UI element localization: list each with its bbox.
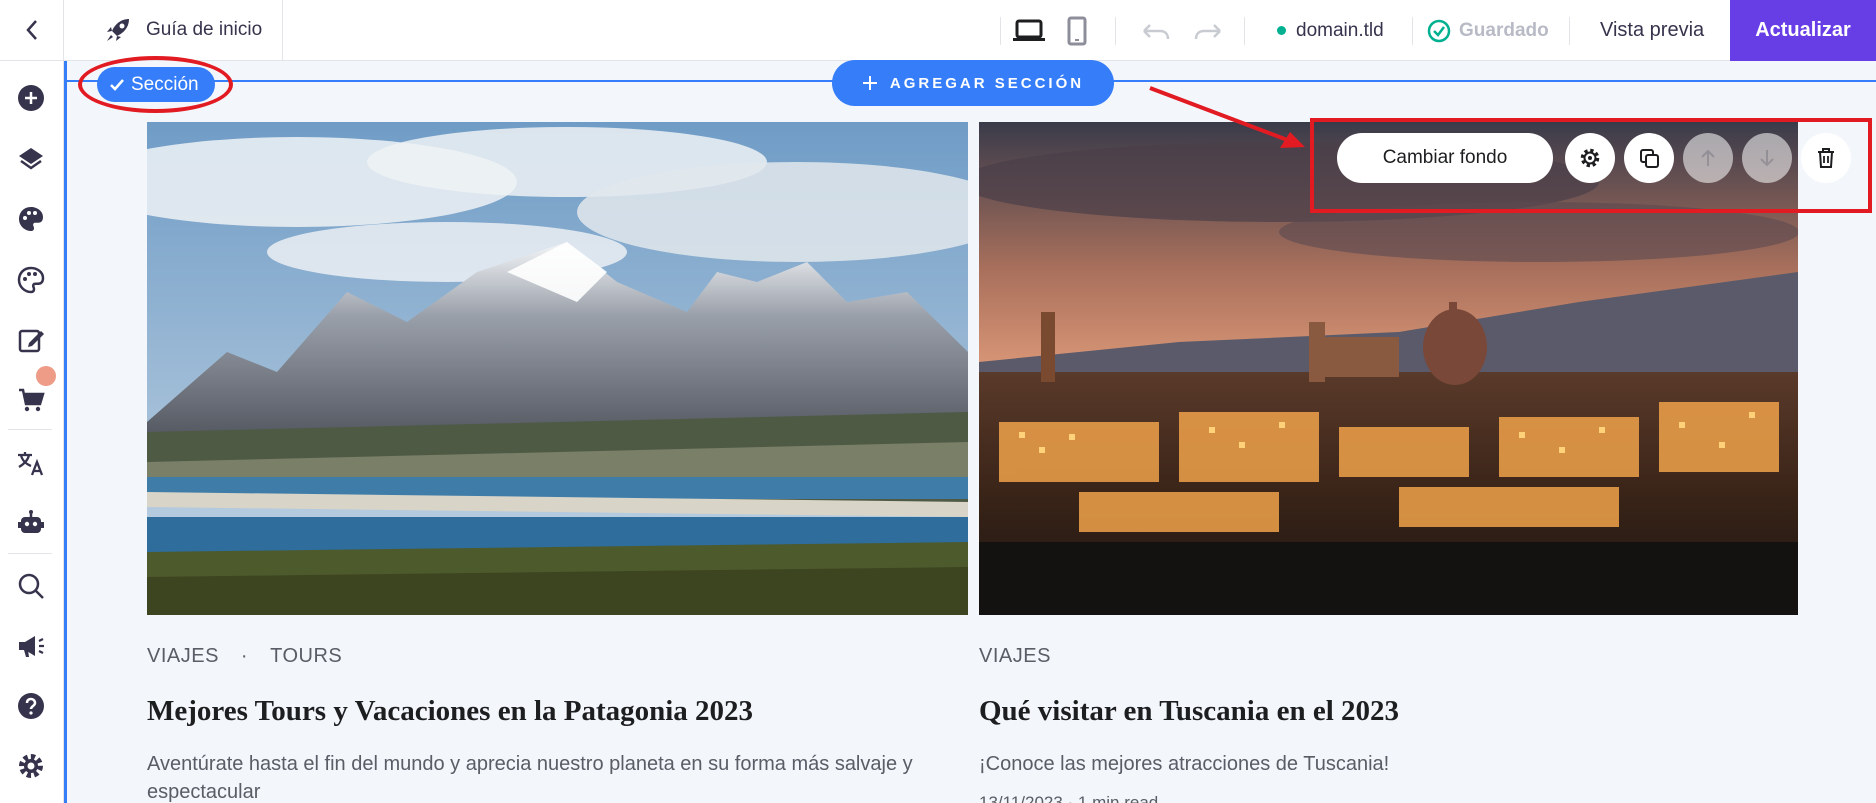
laptop-icon: [1013, 19, 1045, 41]
category-tag[interactable]: TOURS: [270, 645, 342, 668]
redo-icon[interactable]: [1192, 21, 1224, 41]
saved-label: Guardado: [1459, 19, 1549, 41]
theme-icon: [17, 266, 45, 294]
rocket-icon: [107, 19, 129, 41]
patagonia-image[interactable]: [147, 122, 968, 615]
help-icon: [18, 693, 44, 719]
post-meta: 13/11/2023 · 1 min read: [979, 793, 1159, 803]
sidebar-item-theme[interactable]: [11, 260, 51, 300]
saved-status: Guardado: [1427, 19, 1549, 43]
sidebar-item-search[interactable]: [11, 566, 51, 606]
divider: [1244, 16, 1245, 45]
sidebar-item-help[interactable]: [11, 686, 51, 726]
category-separator: ·: [240, 645, 249, 667]
annotation-ellipse: [78, 56, 233, 113]
getting-started-guide[interactable]: Guía de inicio: [84, 0, 284, 61]
back-button[interactable]: [0, 0, 64, 61]
domain-label: domain.tld: [1296, 19, 1384, 41]
left-sidebar: [0, 61, 64, 803]
translate-icon: [18, 452, 44, 476]
sidebar-item-ai-assistant[interactable]: [11, 503, 51, 543]
section-selection-outline: [64, 61, 67, 803]
mobile-view-button[interactable]: [1057, 11, 1097, 51]
domain-indicator[interactable]: domain.tld: [1277, 20, 1384, 42]
post-title[interactable]: Mejores Tours y Vacaciones en la Patagon…: [147, 695, 753, 728]
divider: [1000, 16, 1001, 45]
plus-icon: [862, 76, 877, 90]
phone-icon: [1067, 16, 1087, 45]
post-title[interactable]: Qué visitar en Tuscania en el 2023: [979, 695, 1399, 728]
annotation-rectangle: [1310, 118, 1872, 213]
sidebar-item-layers[interactable]: [11, 139, 51, 179]
sidebar-item-marketing[interactable]: [11, 626, 51, 666]
search-icon: [18, 573, 44, 599]
sidebar-item-languages[interactable]: [11, 443, 51, 483]
post-categories: VIAJES · TOURS: [147, 645, 342, 668]
post-categories: VIAJES: [979, 645, 1051, 668]
update-button[interactable]: Actualizar: [1730, 0, 1876, 61]
divider: [1115, 16, 1116, 45]
category-tag[interactable]: VIAJES: [979, 645, 1051, 668]
edit-icon: [18, 329, 44, 353]
annotation-arrow-icon: [1149, 86, 1305, 148]
category-tag[interactable]: VIAJES: [147, 645, 219, 668]
sidebar-item-store[interactable]: [11, 380, 51, 420]
sidebar-item-add[interactable]: [11, 78, 51, 118]
sidebar-item-settings[interactable]: [11, 746, 51, 786]
undo-icon[interactable]: [1140, 21, 1172, 41]
robot-icon: [18, 510, 44, 533]
divider: [1412, 16, 1413, 45]
sidebar-divider: [8, 553, 52, 554]
add-icon: [18, 85, 44, 111]
check-circle-icon: [1427, 19, 1451, 42]
guide-label: Guía de inicio: [146, 19, 263, 40]
divider: [1568, 16, 1570, 45]
desktop-view-button[interactable]: [1009, 11, 1049, 51]
add-section-label: AGREGAR SECCIÓN: [889, 74, 1085, 92]
sidebar-item-styles[interactable]: [11, 199, 51, 239]
cart-icon: [19, 388, 45, 412]
add-section-button[interactable]: AGREGAR SECCIÓN: [832, 60, 1114, 106]
post-description: Aventúrate hasta el fin del mundo y apre…: [147, 753, 913, 803]
megaphone-icon: [19, 636, 44, 657]
chevron-left-icon: [25, 20, 37, 40]
notification-badge: [36, 366, 56, 386]
preview-button[interactable]: Vista previa: [1600, 19, 1704, 42]
sidebar-item-blog[interactable]: [11, 320, 51, 360]
post-description: ¡Conoce las mejores atracciones de Tusca…: [979, 753, 1390, 775]
settings-icon: [19, 754, 43, 778]
status-dot-icon: [1277, 26, 1286, 35]
top-bar: Guía de inicio domain.tld Guardado Vista…: [0, 0, 1876, 61]
sidebar-divider: [8, 429, 52, 430]
palette-icon: [19, 207, 43, 231]
layers-icon: [19, 148, 43, 170]
